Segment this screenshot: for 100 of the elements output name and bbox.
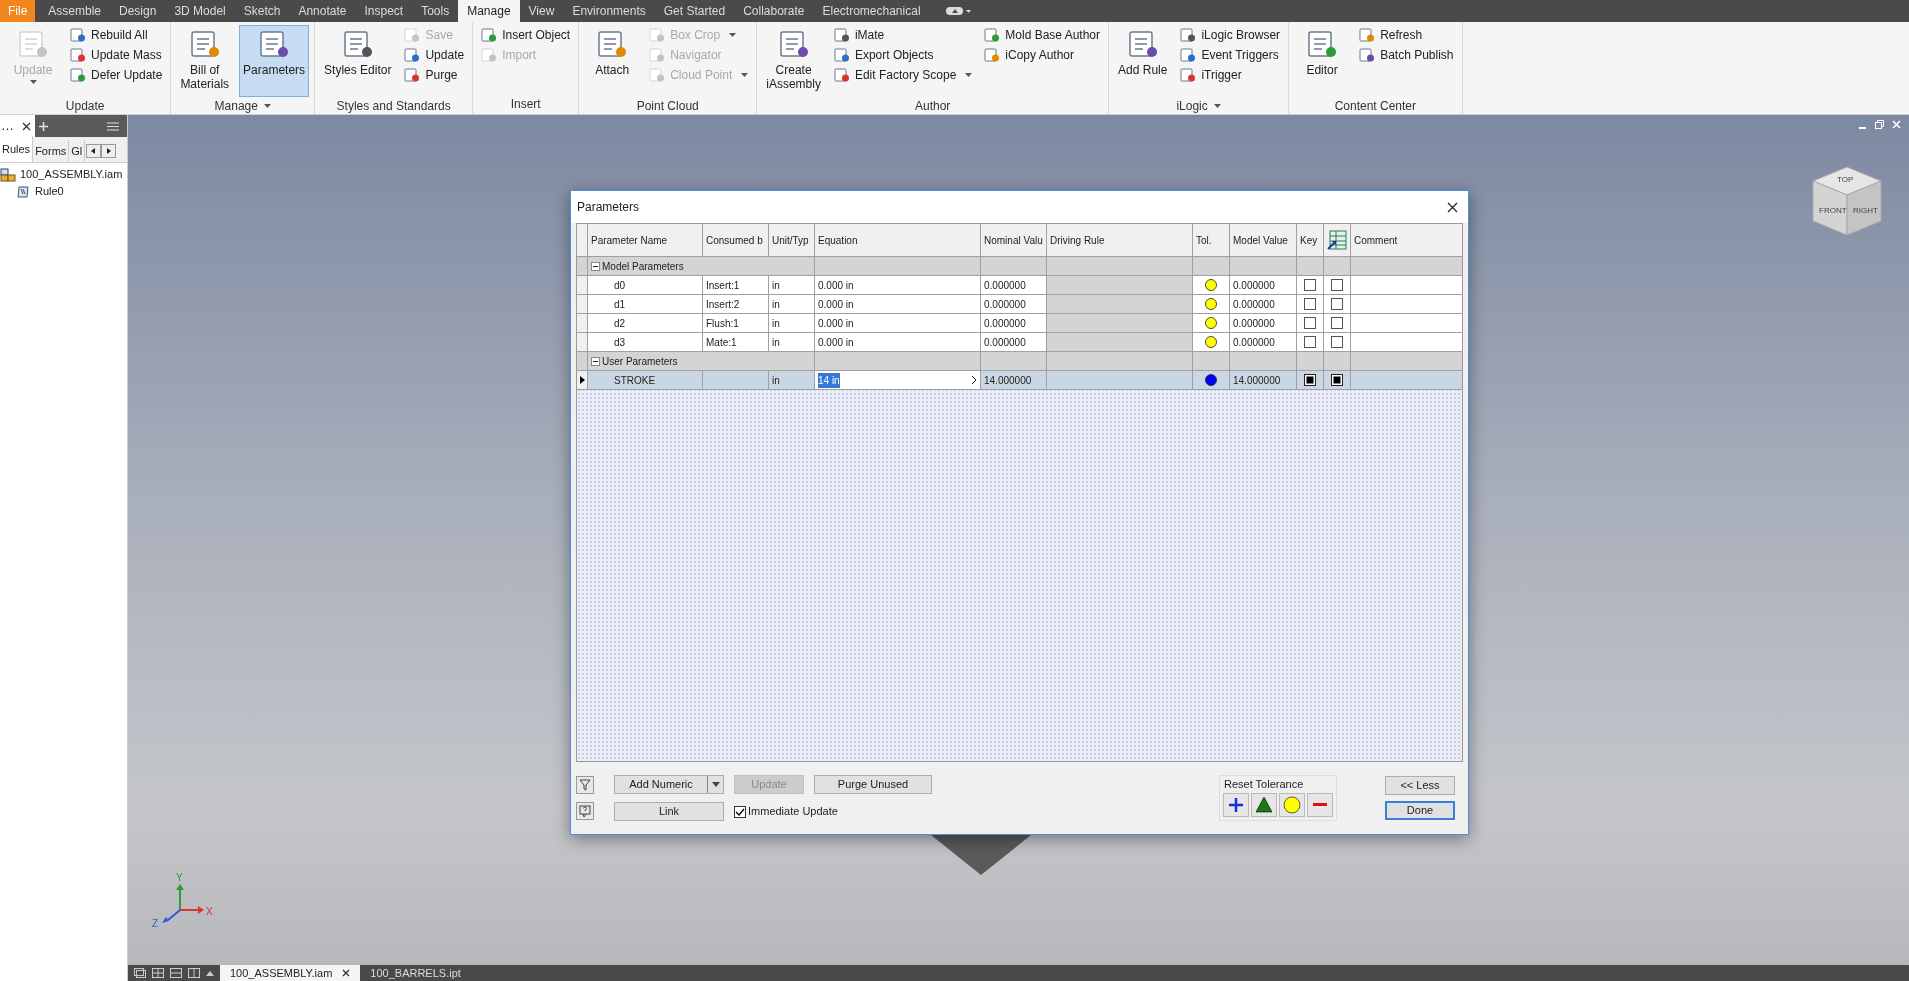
ribbon-tab[interactable]: 3D Model bbox=[165, 0, 235, 22]
ribbon-button[interactable]: Attach bbox=[584, 25, 641, 97]
checkbox[interactable] bbox=[1331, 374, 1343, 386]
ribbon-tab[interactable]: Design bbox=[110, 0, 166, 22]
column-header[interactable] bbox=[1324, 224, 1351, 257]
ribbon-tab[interactable]: Environments bbox=[563, 0, 655, 22]
ribbon-button[interactable]: Defer Update bbox=[67, 65, 166, 85]
document-tab[interactable]: 100_BARRELS.ipt bbox=[360, 965, 471, 981]
browser-tab[interactable]: Gl bbox=[69, 140, 86, 162]
help-button[interactable] bbox=[576, 802, 594, 820]
table-cell: in bbox=[769, 276, 815, 295]
ribbon-button[interactable]: Editor bbox=[1294, 25, 1351, 97]
cube-face-label: FRONT bbox=[1819, 205, 1847, 217]
link-button[interactable]: Link bbox=[614, 802, 724, 821]
ribbon-button[interactable]: iMate bbox=[830, 25, 976, 45]
ribbon-button[interactable]: Rebuild All bbox=[67, 25, 166, 45]
tolerance-button[interactable] bbox=[1279, 792, 1305, 817]
equation-field[interactable]: 14 in bbox=[815, 371, 981, 390]
purge-unused-button[interactable]: Purge Unused bbox=[814, 775, 932, 794]
ribbon-tab[interactable]: Annotate bbox=[289, 0, 356, 22]
ribbon-button[interactable]: Purge bbox=[401, 65, 468, 85]
ribbon-button[interactable]: Styles Editor bbox=[320, 25, 396, 97]
ribbon-button[interactable]: Export Objects bbox=[830, 45, 976, 65]
column-header[interactable]: Parameter Name bbox=[588, 224, 703, 257]
ribbon-button[interactable]: iTrigger bbox=[1177, 65, 1284, 85]
ribbon-button[interactable]: Parameters bbox=[239, 25, 310, 97]
column-header[interactable]: Key bbox=[1297, 224, 1324, 257]
tolerance-button[interactable] bbox=[1307, 792, 1333, 817]
ribbon-tab[interactable]: Sketch bbox=[234, 0, 290, 22]
view-cube[interactable]: TOP FRONT RIGHT bbox=[1811, 165, 1883, 237]
collapse-icon[interactable] bbox=[591, 261, 600, 271]
row-header-cell[interactable] bbox=[577, 371, 588, 390]
row-header-cell[interactable] bbox=[577, 295, 588, 314]
ribbon-button[interactable]: Bill of Materials bbox=[176, 25, 234, 97]
table-cell[interactable]: 0.000 in bbox=[815, 276, 981, 295]
tolerance-button[interactable] bbox=[1251, 792, 1277, 817]
ribbon-tab[interactable]: Collaborate bbox=[734, 0, 814, 22]
tree-item[interactable]: 100_ASSEMBLY.iam bbox=[20, 166, 123, 183]
table-cell[interactable]: 0.000 in bbox=[815, 314, 981, 333]
ribbon-button[interactable]: iLogic Browser bbox=[1177, 25, 1284, 45]
checkbox[interactable] bbox=[1304, 279, 1316, 291]
browser-tab[interactable]: Forms bbox=[33, 140, 70, 162]
browser-tab[interactable]: Rules bbox=[0, 136, 34, 162]
checkbox[interactable] bbox=[1331, 298, 1343, 310]
panel-tab[interactable]: … bbox=[0, 115, 35, 137]
ribbon-button[interactable]: Insert Object bbox=[478, 25, 574, 45]
caret-icon bbox=[1213, 104, 1221, 108]
add-numeric-button[interactable]: Add Numeric bbox=[614, 775, 724, 794]
ribbon-button[interactable]: Update Mass bbox=[67, 45, 166, 65]
table-cell: d3 bbox=[588, 333, 703, 352]
ribbon-tab[interactable]: View bbox=[519, 0, 564, 22]
checkbox[interactable] bbox=[1304, 336, 1316, 348]
table-cell: 0.000000 bbox=[981, 314, 1047, 333]
ribbon-button[interactable]: Edit Factory Scope bbox=[830, 65, 976, 85]
ribbon-tab[interactable]: Get Started bbox=[654, 0, 735, 22]
collapse-icon[interactable] bbox=[591, 356, 600, 366]
column-header[interactable]: Unit/Typ bbox=[769, 224, 815, 257]
checkbox[interactable] bbox=[734, 805, 746, 818]
ribbon-button[interactable]: Update bbox=[401, 45, 468, 65]
ribbon-tab[interactable]: Assemble bbox=[39, 0, 111, 22]
done-button[interactable]: Done bbox=[1385, 801, 1455, 820]
column-header[interactable]: Nominal Valu bbox=[981, 224, 1047, 257]
filter-button[interactable] bbox=[576, 776, 594, 794]
tree-item[interactable]: Rule0 bbox=[35, 183, 64, 200]
checkbox[interactable] bbox=[1331, 336, 1343, 348]
tolerance-button[interactable] bbox=[1223, 792, 1249, 817]
ribbon-button[interactable]: iCopy Author bbox=[981, 45, 1104, 65]
table-cell[interactable]: 0.000 in bbox=[815, 295, 981, 314]
checkbox[interactable] bbox=[1331, 317, 1343, 329]
table-cell: 0.000000 bbox=[1230, 333, 1297, 352]
column-header[interactable]: Consumed b bbox=[703, 224, 769, 257]
model-viewport[interactable] bbox=[128, 115, 1909, 981]
ribbon-button[interactable]: Refresh bbox=[1356, 25, 1457, 45]
checkbox[interactable] bbox=[1331, 279, 1343, 291]
row-header-cell[interactable] bbox=[577, 276, 588, 295]
column-header[interactable]: Comment bbox=[1351, 224, 1462, 257]
ribbon-button[interactable]: Mold Base Author bbox=[981, 25, 1104, 45]
ribbon-tab[interactable]: Inspect bbox=[355, 0, 413, 22]
column-header[interactable]: Model Value bbox=[1230, 224, 1297, 257]
ribbon-button[interactable]: Create iAssembly bbox=[762, 25, 825, 97]
row-header-cell[interactable] bbox=[577, 314, 588, 333]
table-cell[interactable]: 0.000 in bbox=[815, 333, 981, 352]
checkbox[interactable] bbox=[1304, 298, 1316, 310]
document-tab[interactable]: 100_ASSEMBLY.iam bbox=[220, 965, 361, 981]
ribbon-button[interactable]: Batch Publish bbox=[1356, 45, 1457, 65]
checkbox[interactable] bbox=[1304, 374, 1316, 386]
row-header-cell bbox=[577, 257, 588, 276]
less-button[interactable]: << Less bbox=[1385, 776, 1455, 795]
ribbon-button[interactable]: Add Rule bbox=[1114, 25, 1172, 97]
checkbox[interactable] bbox=[1304, 317, 1316, 329]
caret-icon bbox=[741, 73, 749, 77]
ribbon-tab[interactable]: Electromechanical bbox=[813, 0, 930, 22]
ribbon-tab[interactable]: Tools bbox=[412, 0, 459, 22]
ribbon-tab[interactable]: Manage bbox=[458, 0, 520, 22]
column-header[interactable]: Driving Rule bbox=[1047, 224, 1193, 257]
ribbon-button[interactable]: Event Triggers bbox=[1177, 45, 1284, 65]
column-header[interactable]: Equation bbox=[815, 224, 981, 257]
row-header-cell[interactable] bbox=[577, 333, 588, 352]
column-header[interactable]: Tol. bbox=[1193, 224, 1230, 257]
panel-title: Author bbox=[914, 98, 951, 115]
